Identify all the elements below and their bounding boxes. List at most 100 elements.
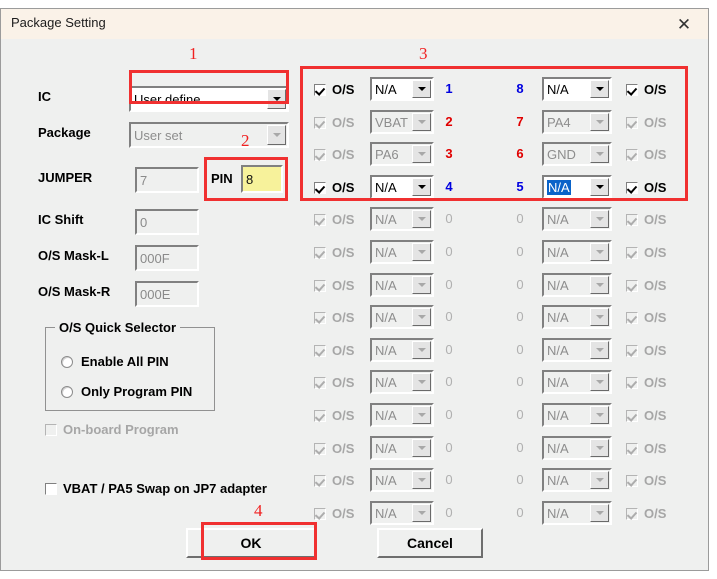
checkbox-icon — [626, 409, 638, 422]
os-label-right-6: O/S — [644, 245, 667, 260]
pin-select-right-10: N/A — [542, 370, 612, 394]
vbat-pa5-swap-checkbox[interactable]: VBAT / PA5 Swap on JP7 adapter — [45, 481, 267, 496]
pin-select-left-value-8: N/A — [375, 309, 397, 325]
pin-select-right-9: N/A — [542, 338, 612, 362]
pin-number-right-10: 0 — [516, 374, 524, 389]
field-textbox-5[interactable]: 000E — [135, 281, 199, 307]
os-label-left-13: O/S — [332, 473, 355, 488]
checkbox-icon — [626, 311, 638, 324]
pin-select-left-value-5: N/A — [375, 211, 397, 227]
chevron-down-icon — [412, 276, 431, 294]
annotation-number-1: 1 — [189, 44, 198, 63]
pin-number-left-5: 0 — [445, 211, 453, 226]
pin-select-left-value-10: N/A — [375, 374, 397, 390]
checkbox-icon — [314, 409, 326, 422]
window-title: Package Setting — [11, 15, 106, 30]
pin-select-right-value-12: N/A — [547, 440, 569, 456]
pin-number-left-14: 0 — [445, 505, 453, 520]
field-label-0: IC — [38, 89, 51, 104]
checkbox-icon — [45, 423, 57, 436]
close-icon[interactable]: ✕ — [668, 13, 700, 35]
os-checkbox-left-11: O/S — [314, 408, 354, 423]
pin-number-right-13: 0 — [516, 472, 524, 487]
os-checkbox-right-9: O/S — [626, 343, 666, 358]
pin-number-left-6: 0 — [445, 244, 453, 259]
os-checkbox-right-14: O/S — [626, 506, 666, 521]
pin-select-right-value-7: N/A — [547, 277, 569, 293]
pin-select-right-value-14: N/A — [547, 505, 569, 521]
os-checkbox-left-12: O/S — [314, 441, 354, 456]
field-label-3: IC Shift — [38, 212, 84, 227]
os-checkbox-left-8: O/S — [314, 310, 354, 325]
field-label-1: Package — [38, 125, 91, 140]
checkbox-icon — [314, 344, 326, 357]
pin-number-left-12: 0 — [445, 440, 453, 455]
annotation-number-3: 3 — [419, 44, 428, 63]
pin-select-left-value-12: N/A — [375, 440, 397, 456]
checkbox-icon — [314, 311, 326, 324]
field-textbox-2[interactable]: 7 — [135, 167, 199, 193]
pin-number-right-14: 0 — [516, 505, 524, 520]
os-label-left-9: O/S — [332, 343, 355, 358]
onboard-program-checkbox: On-board Program — [45, 422, 179, 437]
os-label-left-6: O/S — [332, 245, 355, 260]
pin-select-right-value-5: N/A — [547, 211, 569, 227]
radio-dot-icon — [61, 385, 73, 398]
radio-quick-selector-1[interactable]: Only Program PIN — [61, 384, 192, 399]
onboard-program-checkbox-label: On-board Program — [63, 422, 179, 437]
checkbox-icon — [314, 213, 326, 226]
pin-select-left-value-14: N/A — [375, 505, 397, 521]
field-textbox-4[interactable]: 000F — [135, 245, 199, 271]
chevron-down-icon — [412, 504, 431, 522]
annotation-box-4 — [201, 522, 317, 560]
checkbox-icon — [314, 279, 326, 292]
pin-select-right-7: N/A — [542, 273, 612, 297]
pin-select-left-7: N/A — [370, 273, 434, 297]
field-label-5: O/S Mask-R — [38, 284, 111, 299]
chevron-down-icon — [412, 243, 431, 261]
field-textbox-3[interactable]: 0 — [135, 209, 199, 235]
checkbox-icon — [626, 474, 638, 487]
vbat-pa5-swap-checkbox-label: VBAT / PA5 Swap on JP7 adapter — [63, 481, 267, 496]
os-label-right-7: O/S — [644, 278, 667, 293]
pin-select-left-value-9: N/A — [375, 342, 397, 358]
chevron-down-icon — [590, 373, 609, 391]
pin-select-right-13: N/A — [542, 468, 612, 492]
radio-label-0: Enable All PIN — [81, 354, 169, 369]
checkbox-icon — [626, 213, 638, 226]
os-label-right-8: O/S — [644, 310, 667, 325]
checkbox-icon — [626, 442, 638, 455]
os-checkbox-right-10: O/S — [626, 375, 666, 390]
os-label-left-10: O/S — [332, 375, 355, 390]
chevron-down-icon — [590, 471, 609, 489]
pin-number-left-9: 0 — [445, 342, 453, 357]
radio-quick-selector-0[interactable]: Enable All PIN — [61, 354, 169, 369]
chevron-down-icon — [267, 125, 286, 145]
annotation-number-4: 4 — [254, 501, 263, 520]
chevron-down-icon — [412, 373, 431, 391]
pin-number-left-13: 0 — [445, 472, 453, 487]
checkbox-icon — [314, 474, 326, 487]
pin-select-right-value-13: N/A — [547, 472, 569, 488]
checkbox-icon — [626, 246, 638, 259]
os-checkbox-right-5: O/S — [626, 212, 666, 227]
os-checkbox-left-14: O/S — [314, 506, 354, 521]
os-label-right-5: O/S — [644, 212, 667, 227]
pin-number-right-6: 0 — [516, 244, 524, 259]
pin-select-right-6: N/A — [542, 240, 612, 264]
chevron-down-icon — [412, 439, 431, 457]
title-bar: Package Setting ✕ — [1, 9, 708, 39]
cancel-button[interactable]: Cancel — [377, 528, 483, 558]
radio-label-1: Only Program PIN — [81, 384, 193, 399]
checkbox-icon — [626, 376, 638, 389]
os-label-left-12: O/S — [332, 441, 355, 456]
checkbox-icon — [314, 442, 326, 455]
os-label-right-12: O/S — [644, 441, 667, 456]
chevron-down-icon — [590, 243, 609, 261]
field-label-4: O/S Mask-L — [38, 248, 109, 263]
pin-select-right-12: N/A — [542, 436, 612, 460]
checkbox-icon — [314, 507, 326, 520]
package-setting-dialog: Package Setting ✕ IC User define Package Us… — [0, 8, 709, 571]
os-checkbox-left-7: O/S — [314, 278, 354, 293]
pin-number-left-8: 0 — [445, 309, 453, 324]
